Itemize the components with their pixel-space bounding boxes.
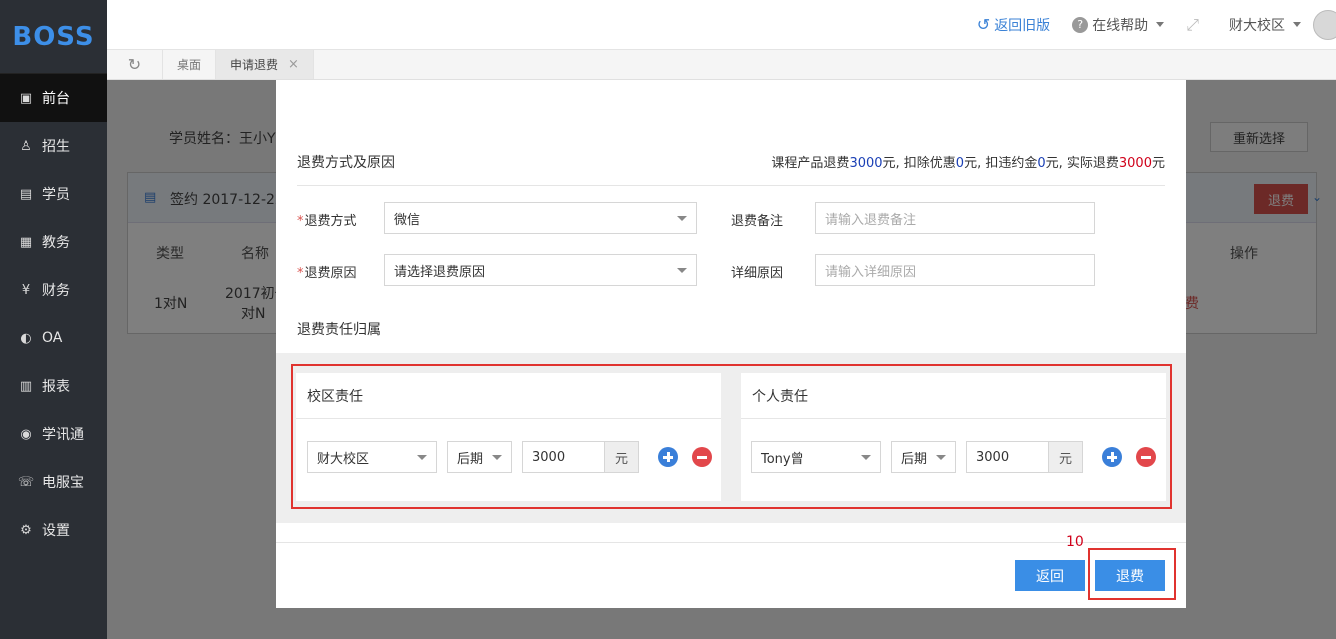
sidebar-item-2[interactable]: ▤ 学员 (0, 170, 107, 218)
sidebar-item-label: 招生 (42, 139, 70, 155)
bar-chart-icon: ▥ (19, 378, 33, 394)
top-bar: ↺ 返回旧版 ? 在线帮助 ⤢ 财大校区 (107, 0, 1336, 49)
responsibility-title: 退费责任归属 (297, 322, 381, 338)
chevron-down-icon (1156, 22, 1165, 27)
contact-card-icon: ▤ (19, 186, 33, 202)
sidebar-item-5[interactable]: ◐ OA (0, 314, 107, 362)
chevron-down-icon (677, 268, 687, 273)
sidebar: BOSS ▣ 前台 ♙ 招生 ▤ 学员 ▦ 教务 ¥ 财务 ◐ OA ▥ 报表 ◉ 学讯通 ☏ 电服宝 ⚙ 设置 (0, 0, 107, 639)
sidebar-item-label: 前台 (42, 91, 70, 107)
undo-icon: ↺ (976, 15, 991, 34)
expand-icon: ⤢ (1186, 14, 1199, 34)
detail-reason-input[interactable]: 请输入详细原因 (815, 254, 1095, 286)
tab-apply-refund[interactable]: 申请退费 × (216, 50, 314, 79)
highlight-frame-button (1088, 548, 1176, 600)
tab-desktop[interactable]: 桌面 (163, 50, 217, 79)
refund-reason-select[interactable]: 请选择退费原因 (384, 254, 697, 286)
step-number: 10 (1066, 534, 1084, 550)
phone-icon: ☏ (17, 474, 35, 490)
toggle-icon: ◐ (20, 330, 32, 346)
refresh-button[interactable]: ↻ (107, 50, 163, 79)
footer-divider (276, 542, 1186, 543)
yen-icon: ¥ (21, 282, 31, 298)
sidebar-item-1[interactable]: ♙ 招生 (0, 122, 107, 170)
refund-note-label: 退费备注 (731, 214, 784, 229)
avatar[interactable] (1313, 9, 1336, 40)
gear-icon: ⚙ (20, 522, 32, 538)
close-icon[interactable]: × (288, 57, 299, 72)
user-add-icon: ♙ (20, 138, 32, 154)
sidebar-item-3[interactable]: ▦ 教务 (0, 218, 107, 266)
sidebar-item-label: 电服宝 (42, 475, 84, 491)
refund-summary: 课程产品退费3000元, 扣除优惠0元, 扣违约金0元, 实际退费3000元 (771, 156, 1165, 171)
sidebar-item-label: OA (42, 330, 63, 346)
chevron-down-icon (677, 216, 687, 221)
refund-method-select[interactable]: 微信 (384, 202, 697, 234)
back-old-version-link[interactable]: ↺ 返回旧版 (977, 15, 1050, 35)
sidebar-item-4[interactable]: ¥ 财务 (0, 266, 107, 314)
sidebar-item-8[interactable]: ☏ 电服宝 (0, 458, 107, 506)
help-icon: ? (1072, 16, 1089, 33)
refresh-icon: ↻ (127, 55, 142, 74)
sidebar-item-7[interactable]: ◉ 学讯通 (0, 410, 107, 458)
sidebar-item-6[interactable]: ▥ 报表 (0, 362, 107, 410)
book-icon: ▦ (19, 234, 33, 250)
refund-reason-label: *退费原因 (297, 266, 357, 281)
sidebar-item-9[interactable]: ⚙ 设置 (0, 506, 107, 554)
refund-modal: 退费方式及原因 课程产品退费3000元, 扣除优惠0元, 扣违约金0元, 实际退… (276, 80, 1186, 608)
fullscreen-button[interactable]: ⤢ (1186, 15, 1199, 35)
section-title: 退费方式及原因 (297, 155, 395, 171)
app-logo: BOSS (0, 0, 107, 74)
sidebar-item-label: 财务 (42, 283, 70, 299)
sidebar-item-label: 设置 (42, 523, 70, 539)
refund-method-label: *退费方式 (297, 214, 357, 229)
location-icon: ◉ (20, 426, 32, 442)
back-button[interactable]: 返回 (1015, 560, 1085, 591)
divider (297, 185, 1165, 186)
online-help-menu[interactable]: ? 在线帮助 (1072, 15, 1165, 35)
calendar-icon: ▣ (19, 90, 33, 106)
sidebar-item-label: 教务 (42, 235, 70, 251)
sidebar-item-label: 学讯通 (42, 427, 84, 443)
refund-note-input[interactable]: 请输入退费备注 (815, 202, 1095, 234)
campus-selector[interactable]: 财大校区 (1229, 15, 1301, 35)
sidebar-item-label: 报表 (42, 379, 70, 395)
sidebar-item-label: 学员 (42, 187, 70, 203)
highlight-frame (291, 364, 1172, 509)
detail-reason-label: 详细原因 (731, 266, 784, 281)
tabs-bar: ↻ 桌面 申请退费 × (107, 49, 1336, 80)
chevron-down-icon (1293, 22, 1301, 27)
sidebar-item-0[interactable]: ▣ 前台 (0, 74, 107, 122)
